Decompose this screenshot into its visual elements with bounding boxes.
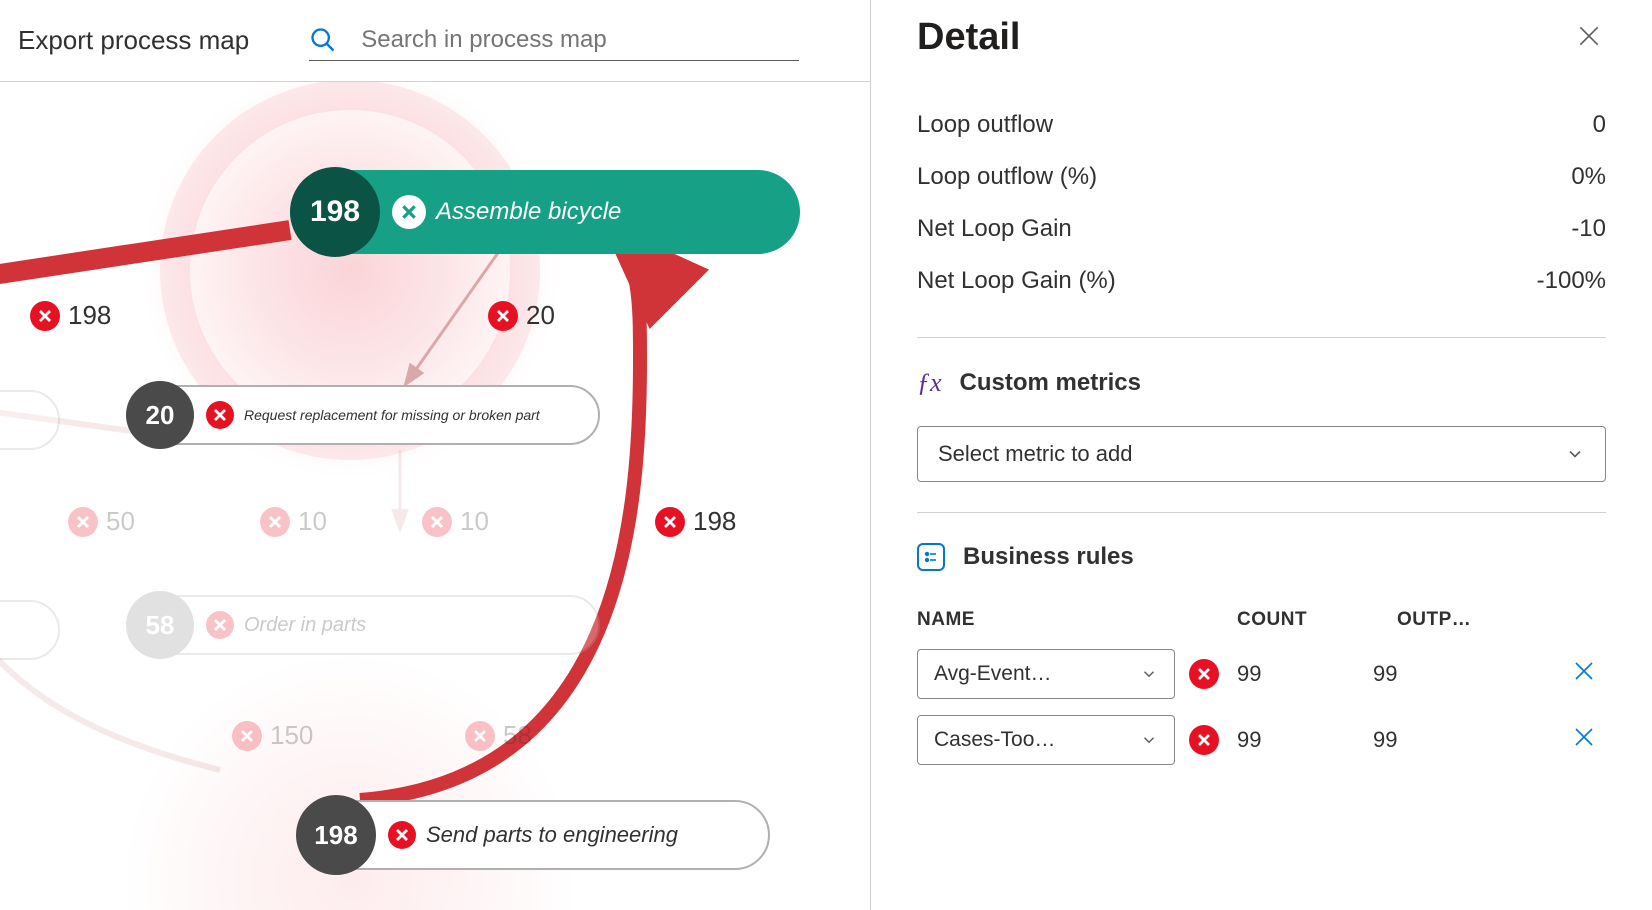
edge-tag: 198 [30, 300, 111, 331]
metric-select[interactable]: Select metric to add [917, 426, 1606, 482]
business-rules-head: Business rules [917, 543, 1606, 571]
table-row: Cases-Too… 99 99 [917, 707, 1606, 773]
x-icon [206, 611, 234, 639]
rule-error-badge[interactable] [1189, 659, 1219, 689]
rule-remove-button[interactable] [1562, 725, 1606, 756]
x-icon [232, 721, 262, 751]
detail-row-label: Net Loop Gain [917, 215, 1072, 243]
search-icon [309, 26, 337, 54]
col-output[interactable]: OUTP… [1397, 609, 1556, 631]
x-icon [1197, 667, 1211, 681]
detail-title: Detail [917, 16, 1020, 59]
x-icon [388, 821, 416, 849]
table-header-row: NAME COUNT OUTP… [917, 599, 1606, 641]
x-icon [422, 507, 452, 537]
edge-tag: 10 [260, 506, 327, 537]
x-icon [30, 301, 60, 331]
edge-tag: 198 [655, 506, 736, 537]
edge-tag: 20 [488, 300, 555, 331]
custom-metrics-head: ƒx Custom metrics [917, 368, 1606, 398]
detail-row: Loop outflow (%) 0% [917, 151, 1606, 203]
detail-row-label: Loop outflow [917, 111, 1053, 139]
divider [917, 337, 1606, 338]
edge-tag: 150 [232, 720, 313, 751]
detail-row: Loop outflow 0 [917, 99, 1606, 151]
chevron-down-icon [1140, 731, 1158, 749]
process-node-partial[interactable]: arts [0, 390, 60, 450]
divider [917, 512, 1606, 513]
x-icon [488, 301, 518, 331]
close-button[interactable] [1572, 19, 1606, 56]
node-label: Assemble bicycle [436, 198, 651, 226]
rule-output-value: 99 [1373, 727, 1397, 753]
node-label: Order in parts [244, 614, 396, 637]
rule-name-select[interactable]: Avg-Event… [917, 649, 1175, 699]
detail-row-label: Net Loop Gain (%) [917, 267, 1116, 295]
node-count-bubble: 198 [290, 167, 380, 257]
rule-name-label: Avg-Event… [934, 662, 1052, 686]
detail-header: Detail [917, 0, 1606, 99]
business-rules-table: NAME COUNT OUTP… Avg-Event… 99 99 Cases-… [917, 599, 1606, 773]
chevron-down-icon [1140, 665, 1158, 683]
process-map-canvas[interactable]: 198 20 198 50 10 10 150 58 [0, 100, 870, 910]
node-count-bubble: 198 [296, 795, 376, 875]
left-header: Export process map [0, 0, 870, 82]
node-label: Request replacement for missing or broke… [244, 407, 570, 423]
process-node-order-parts[interactable]: 58 Order in parts [130, 595, 600, 655]
rule-count-value: 99 [1237, 661, 1355, 687]
detail-panel: Detail Loop outflow 0 Loop outflow (%) 0… [871, 0, 1652, 910]
search-input[interactable] [361, 26, 799, 54]
detail-row-value: -100% [1537, 267, 1606, 295]
x-icon [206, 401, 234, 429]
close-icon [1572, 659, 1596, 683]
detail-row: Net Loop Gain -10 [917, 203, 1606, 255]
rule-count-value: 99 [1237, 727, 1355, 753]
detail-row-value: 0 [1593, 111, 1606, 139]
process-node-assemble-bicycle[interactable]: 198 Assemble bicycle [290, 170, 800, 254]
rule-output-value: 99 [1373, 661, 1397, 687]
chevron-down-icon [1565, 444, 1585, 464]
metric-select-label: Select metric to add [938, 441, 1132, 467]
rule-remove-button[interactable] [1562, 659, 1606, 690]
close-icon [1576, 23, 1602, 49]
x-icon [655, 507, 685, 537]
rule-name-select[interactable]: Cases-Too… [917, 715, 1175, 765]
x-icon [1197, 733, 1211, 747]
detail-row-value: 0% [1571, 163, 1606, 191]
detail-row-value: -10 [1571, 215, 1606, 243]
search-wrap[interactable] [309, 20, 799, 61]
business-rules-title: Business rules [963, 543, 1134, 571]
process-map-panel: Export process map [0, 0, 871, 910]
table-row: Avg-Event… 99 99 [917, 641, 1606, 707]
rules-icon [917, 543, 945, 571]
process-node-send-parts[interactable]: 198 Send parts to engineering [300, 800, 770, 870]
export-process-map-button[interactable]: Export process map [18, 25, 249, 56]
node-count-bubble: 58 [126, 591, 194, 659]
edge-tag: 10 [422, 506, 489, 537]
x-icon [68, 507, 98, 537]
rule-name-label: Cases-Too… [934, 728, 1055, 752]
node-count-bubble: 20 [126, 381, 194, 449]
detail-row: Net Loop Gain (%) -100% [917, 255, 1606, 307]
col-count[interactable]: COUNT [1237, 609, 1397, 631]
node-label: Send parts to engineering [426, 822, 708, 848]
detail-row-label: Loop outflow (%) [917, 163, 1097, 191]
rule-error-badge[interactable] [1189, 725, 1219, 755]
x-icon [392, 195, 426, 229]
x-icon [465, 721, 495, 751]
custom-metrics-title: Custom metrics [960, 369, 1141, 397]
close-icon [1572, 725, 1596, 749]
edge-tag: 50 [68, 506, 135, 537]
process-node-request-replacement[interactable]: 20 Request replacement for missing or br… [130, 385, 600, 445]
fx-icon: ƒx [917, 368, 942, 398]
edge-tag: 58 [465, 720, 532, 751]
x-icon [260, 507, 290, 537]
col-name[interactable]: NAME [917, 609, 1237, 631]
process-node-partial[interactable]: tory [0, 600, 60, 660]
